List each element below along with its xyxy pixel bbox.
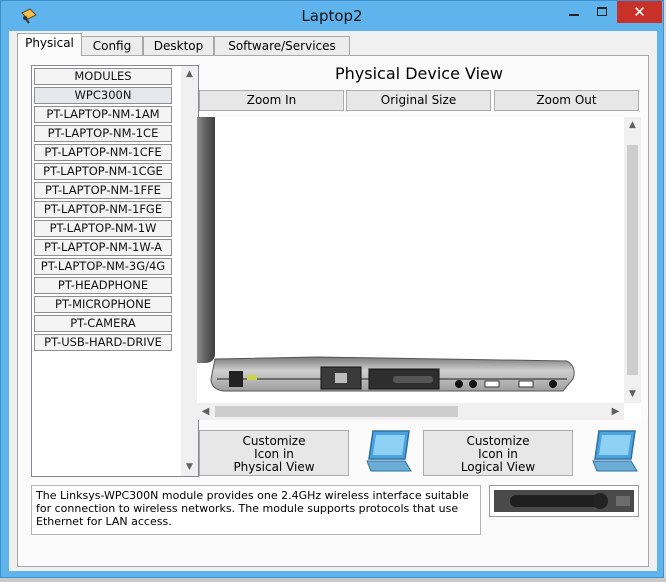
module-item-nm-1am[interactable]: PT-LAPTOP-NM-1AM	[34, 106, 172, 123]
maximize-button[interactable]	[589, 1, 615, 23]
laptop-icon	[366, 430, 412, 472]
module-item-usb-hard-drive[interactable]: PT-USB-HARD-DRIVE	[34, 334, 172, 351]
module-item-wpc300n[interactable]: WPC300N	[34, 87, 172, 104]
close-button[interactable]: ✕	[617, 1, 662, 23]
background-strip	[0, 578, 666, 582]
scroll-down-icon[interactable]: ▼	[624, 386, 641, 403]
module-thumbnail	[489, 485, 639, 517]
minimize-icon	[569, 14, 579, 16]
view-title: Physical Device View	[335, 64, 503, 83]
original-size-button[interactable]: Original Size	[346, 90, 491, 111]
scroll-thumb[interactable]	[627, 145, 638, 375]
module-item-modules-header: MODULES	[34, 68, 172, 85]
tab-software-services[interactable]: Software/Services	[214, 36, 350, 55]
module-item-nm-1ffe[interactable]: PT-LAPTOP-NM-1FFE	[34, 182, 172, 199]
module-item-nm-1w-a[interactable]: PT-LAPTOP-NM-1W-A	[34, 239, 172, 256]
module-description: The Linksys-WPC300N module provides one …	[31, 485, 481, 535]
scroll-left-icon[interactable]: ◀	[197, 403, 214, 420]
tab-config[interactable]: Config	[81, 36, 143, 55]
laptop-icon	[592, 430, 638, 472]
scroll-thumb[interactable]	[215, 406, 458, 417]
zoom-out-button[interactable]: Zoom Out	[494, 90, 639, 111]
module-item-headphone[interactable]: PT-HEADPHONE	[34, 277, 172, 294]
tab-label: Software/Services	[228, 39, 336, 53]
button-line: Physical View	[233, 460, 315, 474]
tab-physical[interactable]: Physical	[17, 33, 82, 56]
module-item-microphone[interactable]: PT-MICROPHONE	[34, 296, 172, 313]
scroll-right-icon[interactable]: ▶	[607, 403, 624, 420]
module-item-nm-1fge[interactable]: PT-LAPTOP-NM-1FGE	[34, 201, 172, 218]
module-list-scrollbar[interactable]: ▲ ▼	[181, 66, 198, 476]
maximize-icon	[597, 7, 607, 16]
minimize-button[interactable]	[561, 1, 587, 23]
view-vertical-scrollbar[interactable]: ▲ ▼	[624, 117, 641, 403]
zoom-in-button[interactable]: Zoom In	[199, 90, 344, 111]
tab-label: Config	[92, 39, 132, 53]
module-item-nm-1ce[interactable]: PT-LAPTOP-NM-1CE	[34, 125, 172, 142]
physical-device-view[interactable]: ▲ ▼ ◀ ▶	[197, 117, 641, 420]
tab-label: Desktop	[153, 39, 204, 53]
button-line: Logical View	[460, 460, 536, 474]
scroll-up-icon[interactable]: ▲	[624, 117, 641, 134]
module-item-nm-1w[interactable]: PT-LAPTOP-NM-1W	[34, 220, 172, 237]
title-bar[interactable]: Laptop2 ✕	[1, 1, 663, 31]
window-client: Physical Config Desktop Software/Service…	[9, 31, 657, 571]
tab-label: Physical	[25, 36, 74, 50]
scroll-down-icon[interactable]: ▼	[181, 459, 198, 476]
module-item-nm-1cge[interactable]: PT-LAPTOP-NM-1CGE	[34, 163, 172, 180]
scroll-up-icon[interactable]: ▲	[181, 66, 198, 83]
view-horizontal-scrollbar[interactable]: ◀ ▶	[197, 403, 624, 420]
laptop-side-image	[197, 117, 575, 392]
tab-desktop[interactable]: Desktop	[143, 36, 214, 55]
module-list: MODULES WPC300N PT-LAPTOP-NM-1AM PT-LAPT…	[34, 68, 174, 353]
customize-physical-button[interactable]: Customize Icon in Physical View	[199, 430, 349, 476]
customize-logical-button[interactable]: Customize Icon in Logical View	[423, 430, 573, 476]
module-item-nm-3g-4g[interactable]: PT-LAPTOP-NM-3G/4G	[34, 258, 172, 275]
module-item-camera[interactable]: PT-CAMERA	[34, 315, 172, 332]
module-item-nm-1cfe[interactable]: PT-LAPTOP-NM-1CFE	[34, 144, 172, 161]
laptop2-window: Laptop2 ✕ Physical Config Desktop Softwa…	[0, 0, 664, 578]
close-icon: ✕	[633, 3, 646, 21]
wireless-card-image	[494, 490, 634, 512]
module-list-panel: MODULES WPC300N PT-LAPTOP-NM-1AM PT-LAPT…	[31, 65, 199, 477]
